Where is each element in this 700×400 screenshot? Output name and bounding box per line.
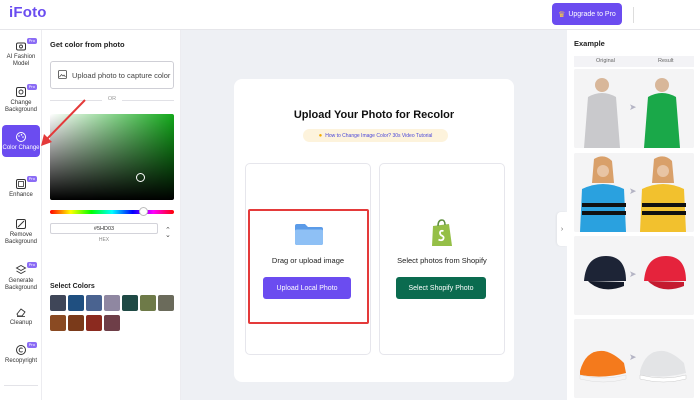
upload-local-photo-button[interactable]: Upload Local Photo [263, 277, 351, 299]
image-icon [58, 69, 67, 81]
lightbulb-icon: ● [318, 132, 323, 139]
original-header: Original [596, 58, 615, 64]
pro-badge: Pro [26, 38, 37, 44]
workspace: Upload Your Photo for Recolor ● How to C… [181, 30, 567, 400]
nav-item-ai-fashion-model[interactable]: Pro AI Fashion Model [2, 38, 40, 68]
hanger-icon [15, 40, 27, 52]
color-picker-handle[interactable] [136, 173, 145, 182]
example-hoodie[interactable]: ➤ [574, 69, 694, 148]
format-toggle-icon[interactable]: ⌃ ⌄ [165, 227, 171, 239]
header-divider [633, 7, 634, 23]
palette-icon [15, 131, 27, 143]
hue-slider[interactable] [50, 210, 174, 214]
example-shoe[interactable]: ➤ [574, 319, 694, 398]
panel-title: Get color from photo [50, 40, 125, 49]
or-label: OR [107, 96, 117, 102]
shopify-label: Select photos from Shopify [397, 256, 487, 265]
nav-item-remove-background[interactable]: Remove Background [2, 218, 40, 246]
layers-icon [15, 264, 27, 276]
nav-item-cleanup[interactable]: Cleanup [2, 306, 40, 327]
local-upload-option[interactable]: Drag or upload image Upload Local Photo [245, 163, 371, 355]
nav-divider [4, 385, 38, 386]
drag-upload-label: Drag or upload image [271, 256, 345, 265]
or-divider: OR [50, 96, 174, 104]
color-swatch[interactable] [86, 315, 102, 331]
nav-label: Remove Background [4, 232, 38, 245]
upload-card: Upload Your Photo for Recolor ● How to C… [234, 79, 514, 382]
ifoto-logo[interactable]: iFoto [9, 4, 47, 21]
upload-capture-button[interactable]: Upload photo to capture color [50, 61, 174, 89]
arrow-right-icon: ➤ [629, 269, 637, 279]
nav-label: AI Fashion Model [6, 54, 36, 67]
saturation-value-picker[interactable] [50, 114, 174, 200]
nav-label: Generate Background [4, 278, 38, 291]
nav-item-change-background[interactable]: Pro Change Background [2, 84, 40, 114]
crown-icon: ♛ [558, 9, 566, 19]
eraser-icon [15, 306, 27, 318]
select-shopify-photo-button[interactable]: Select Shopify Photo [396, 277, 486, 299]
example-title: Example [574, 39, 605, 48]
nav-label: Cleanup [9, 320, 33, 326]
nav-item-color-change[interactable]: Color Change [2, 125, 40, 157]
color-swatch[interactable] [86, 295, 102, 311]
shopify-icon [430, 218, 454, 253]
upgrade-label: Upgrade to Pro [568, 10, 616, 18]
nav-item-recopyright[interactable]: Pro Recopyright [2, 342, 40, 365]
color-swatch[interactable] [68, 295, 84, 311]
pro-badge: Pro [26, 342, 37, 348]
pro-badge: Pro [26, 84, 37, 90]
left-nav: Pro AI Fashion Model Pro Change Backgrou… [0, 30, 42, 400]
shopify-option[interactable]: Select photos from Shopify Select Shopif… [379, 163, 505, 355]
pro-badge: Pro [26, 262, 37, 268]
result-header: Result [658, 58, 674, 64]
color-swatch[interactable] [68, 315, 84, 331]
nav-label: Color Change [2, 145, 40, 151]
chevron-right-icon: › [560, 225, 564, 233]
tutorial-label: How to Change Image Color? 30s Video Tut… [325, 132, 433, 139]
upload-capture-label: Upload photo to capture color [72, 70, 171, 80]
upload-title: Upload Your Photo for Recolor [293, 109, 455, 121]
pro-badge: Pro [26, 176, 37, 182]
nav-label: Recopyright [4, 358, 37, 364]
video-tutorial-link[interactable]: ● How to Change Image Color? 30s Video T… [303, 129, 448, 142]
collapse-panel-button[interactable]: › [557, 212, 567, 246]
enhance-icon [15, 178, 27, 190]
color-swatch[interactable] [104, 315, 120, 331]
color-swatch[interactable] [50, 295, 66, 311]
hex-label: HEX [98, 237, 110, 243]
example-sweater[interactable]: ➤ [574, 153, 694, 232]
upgrade-to-pro-button[interactable]: ♛ Upgrade to Pro [552, 3, 622, 25]
example-panel: Example Original Result ➤ ➤ ➤ ➤ [567, 30, 700, 400]
color-swatch[interactable] [50, 315, 66, 331]
nav-label: Enhance [9, 192, 33, 198]
background-icon [15, 86, 27, 98]
color-swatch[interactable] [122, 295, 138, 311]
select-colors-heading: Select Colors [50, 283, 95, 290]
color-swatch[interactable] [140, 295, 156, 311]
color-swatch[interactable] [104, 295, 120, 311]
nav-item-enhance[interactable]: Pro Enhance [2, 176, 40, 199]
color-swatch[interactable] [158, 295, 174, 311]
hex-input[interactable]: #5HD03 [50, 223, 158, 234]
arrow-right-icon: ➤ [629, 352, 637, 362]
nav-label: Change Background [4, 100, 38, 113]
color-panel: Get color from photo Upload photo to cap… [42, 30, 181, 400]
divider-line [122, 100, 174, 101]
hue-slider-handle[interactable] [139, 207, 148, 216]
nav-item-generate-background[interactable]: Pro Generate Background [2, 262, 40, 292]
copyright-icon [15, 344, 27, 356]
example-headers: Original Result [574, 56, 694, 67]
folder-icon [294, 222, 324, 251]
arrow-right-icon: ➤ [629, 186, 637, 196]
arrow-right-icon: ➤ [629, 102, 637, 112]
remove-bg-icon [15, 218, 27, 230]
example-cap[interactable]: ➤ [574, 236, 694, 315]
top-header: iFoto ♛ Upgrade to Pro [0, 0, 700, 30]
